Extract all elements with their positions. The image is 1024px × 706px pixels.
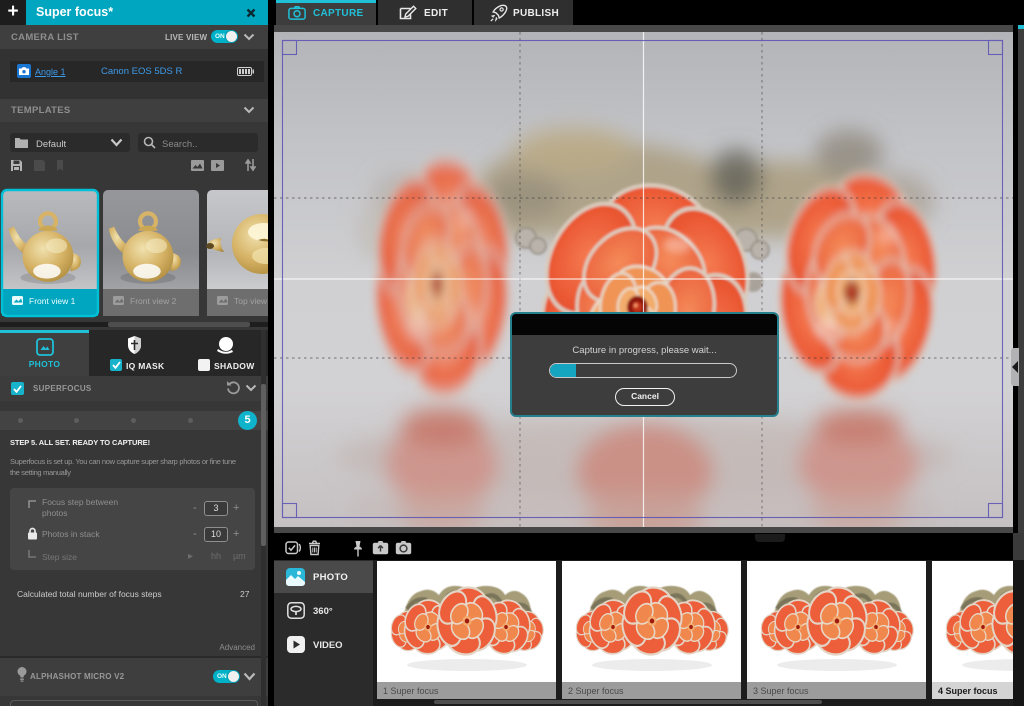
svg-text:2 Super focus: 2 Super focus <box>568 686 624 696</box>
svg-text:Front view 1: Front view 1 <box>29 296 76 306</box>
svg-text:Top view: Top view <box>234 296 268 306</box>
svg-text:4 Super focus: 4 Super focus <box>938 686 998 696</box>
svg-text:3 Super focus: 3 Super focus <box>753 686 809 696</box>
svg-text:1 Super focus: 1 Super focus <box>383 686 439 696</box>
svg-text:Front view 2: Front view 2 <box>130 296 177 306</box>
